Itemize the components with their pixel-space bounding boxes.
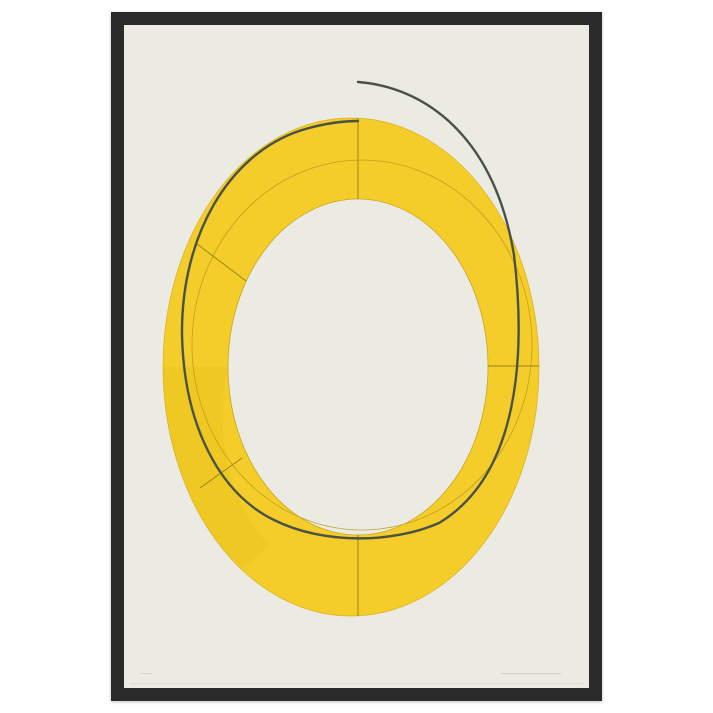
ring-artwork (162, 80, 540, 617)
artist-signature-mark (501, 673, 561, 677)
edition-pencil-mark (140, 673, 152, 677)
picture-frame (111, 12, 602, 701)
ring-hole-edge (227, 198, 489, 536)
poster-stage (0, 0, 713, 713)
paper-bottom-edge (130, 683, 583, 684)
artwork-paper (124, 25, 589, 688)
